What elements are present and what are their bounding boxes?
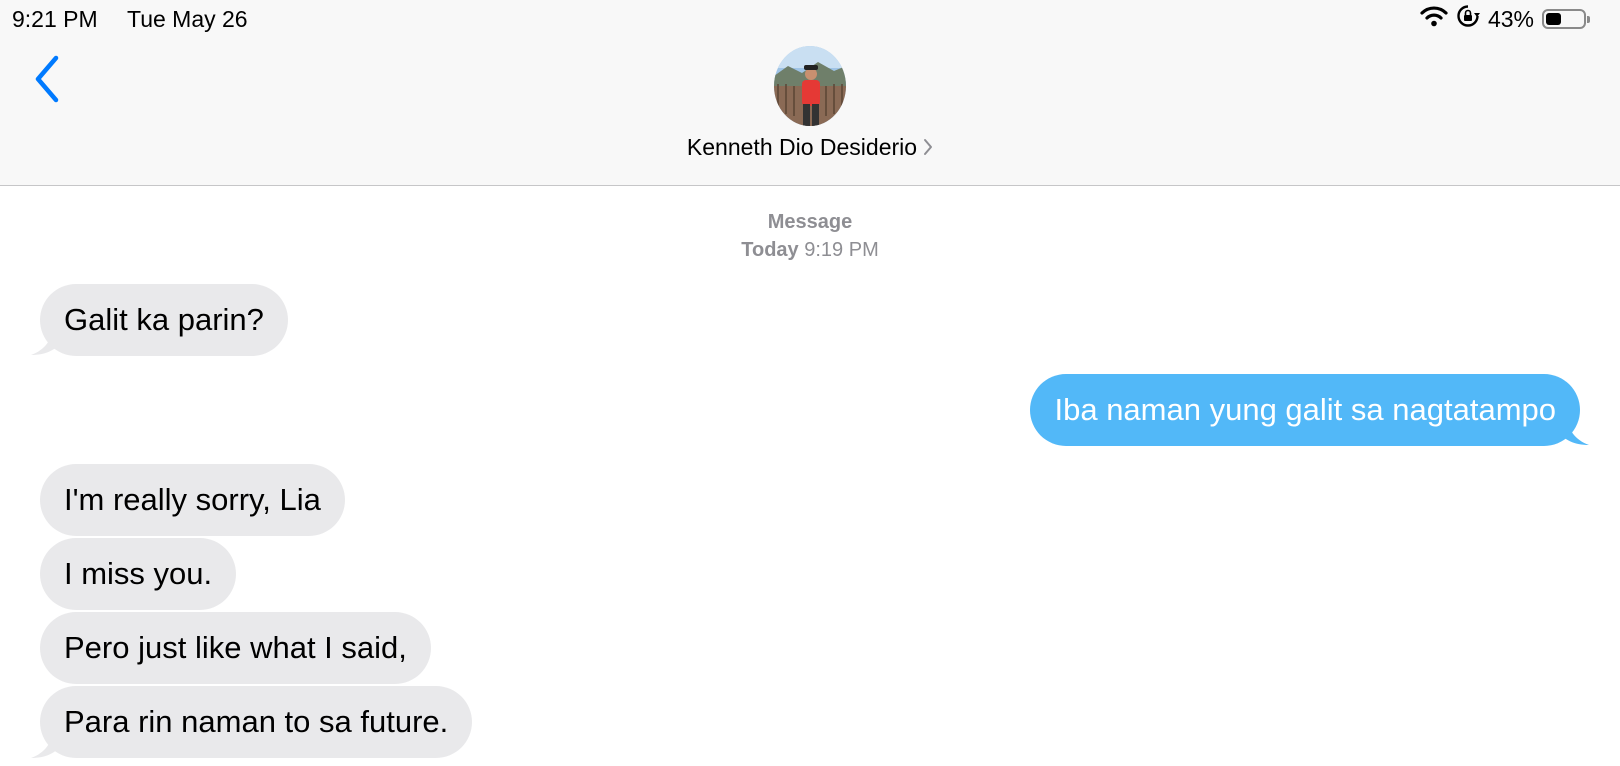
battery-percent: 43% bbox=[1487, 5, 1534, 32]
thread-service-label: Message bbox=[767, 211, 853, 233]
message-bubble-sent[interactable]: Iba naman yung galit sa nagtatampo bbox=[1030, 374, 1580, 446]
thread-day: Today bbox=[741, 239, 799, 261]
rotation-lock-icon bbox=[1456, 4, 1480, 34]
message-bubble-received[interactable]: Galit ka parin? bbox=[40, 284, 288, 356]
conversation-header: Kenneth Dio Desiderio bbox=[0, 40, 1620, 186]
chevron-right-icon bbox=[923, 135, 933, 162]
avatar[interactable] bbox=[774, 46, 846, 126]
bubble-tail bbox=[31, 728, 61, 758]
thread-timestamp: Today 9:19 PM bbox=[0, 239, 1620, 262]
message-bubble-received[interactable]: Para rin naman to sa future. bbox=[40, 686, 473, 758]
contact-name: Kenneth Dio Desiderio bbox=[686, 134, 918, 160]
thread-time: 9:19 PM bbox=[804, 239, 879, 261]
bubble-tail bbox=[31, 325, 61, 355]
bubble-tail bbox=[1559, 415, 1589, 445]
battery-tip bbox=[1587, 16, 1590, 23]
contact-photo bbox=[774, 46, 846, 126]
back-button[interactable] bbox=[30, 54, 66, 104]
message-bubble-received[interactable]: Pero just like what I said, bbox=[40, 612, 431, 684]
contact-name-button[interactable]: Kenneth Dio Desiderio bbox=[0, 134, 1620, 162]
chevron-left-icon bbox=[35, 55, 59, 103]
wifi-icon bbox=[1420, 5, 1448, 33]
battery-level-fill bbox=[1546, 13, 1561, 25]
message-bubble-received[interactable]: I'm really sorry, Lia bbox=[40, 464, 345, 536]
status-indicators: 43% bbox=[1420, 4, 1590, 34]
status-time: 9:21 PM bbox=[12, 6, 98, 32]
status-bar: 9:21 PM Tue May 26 43% bbox=[0, 0, 1620, 40]
status-date: Tue May 26 bbox=[127, 6, 248, 32]
message-bubble-received[interactable]: I miss you. bbox=[40, 538, 237, 610]
battery-icon bbox=[1542, 9, 1590, 29]
